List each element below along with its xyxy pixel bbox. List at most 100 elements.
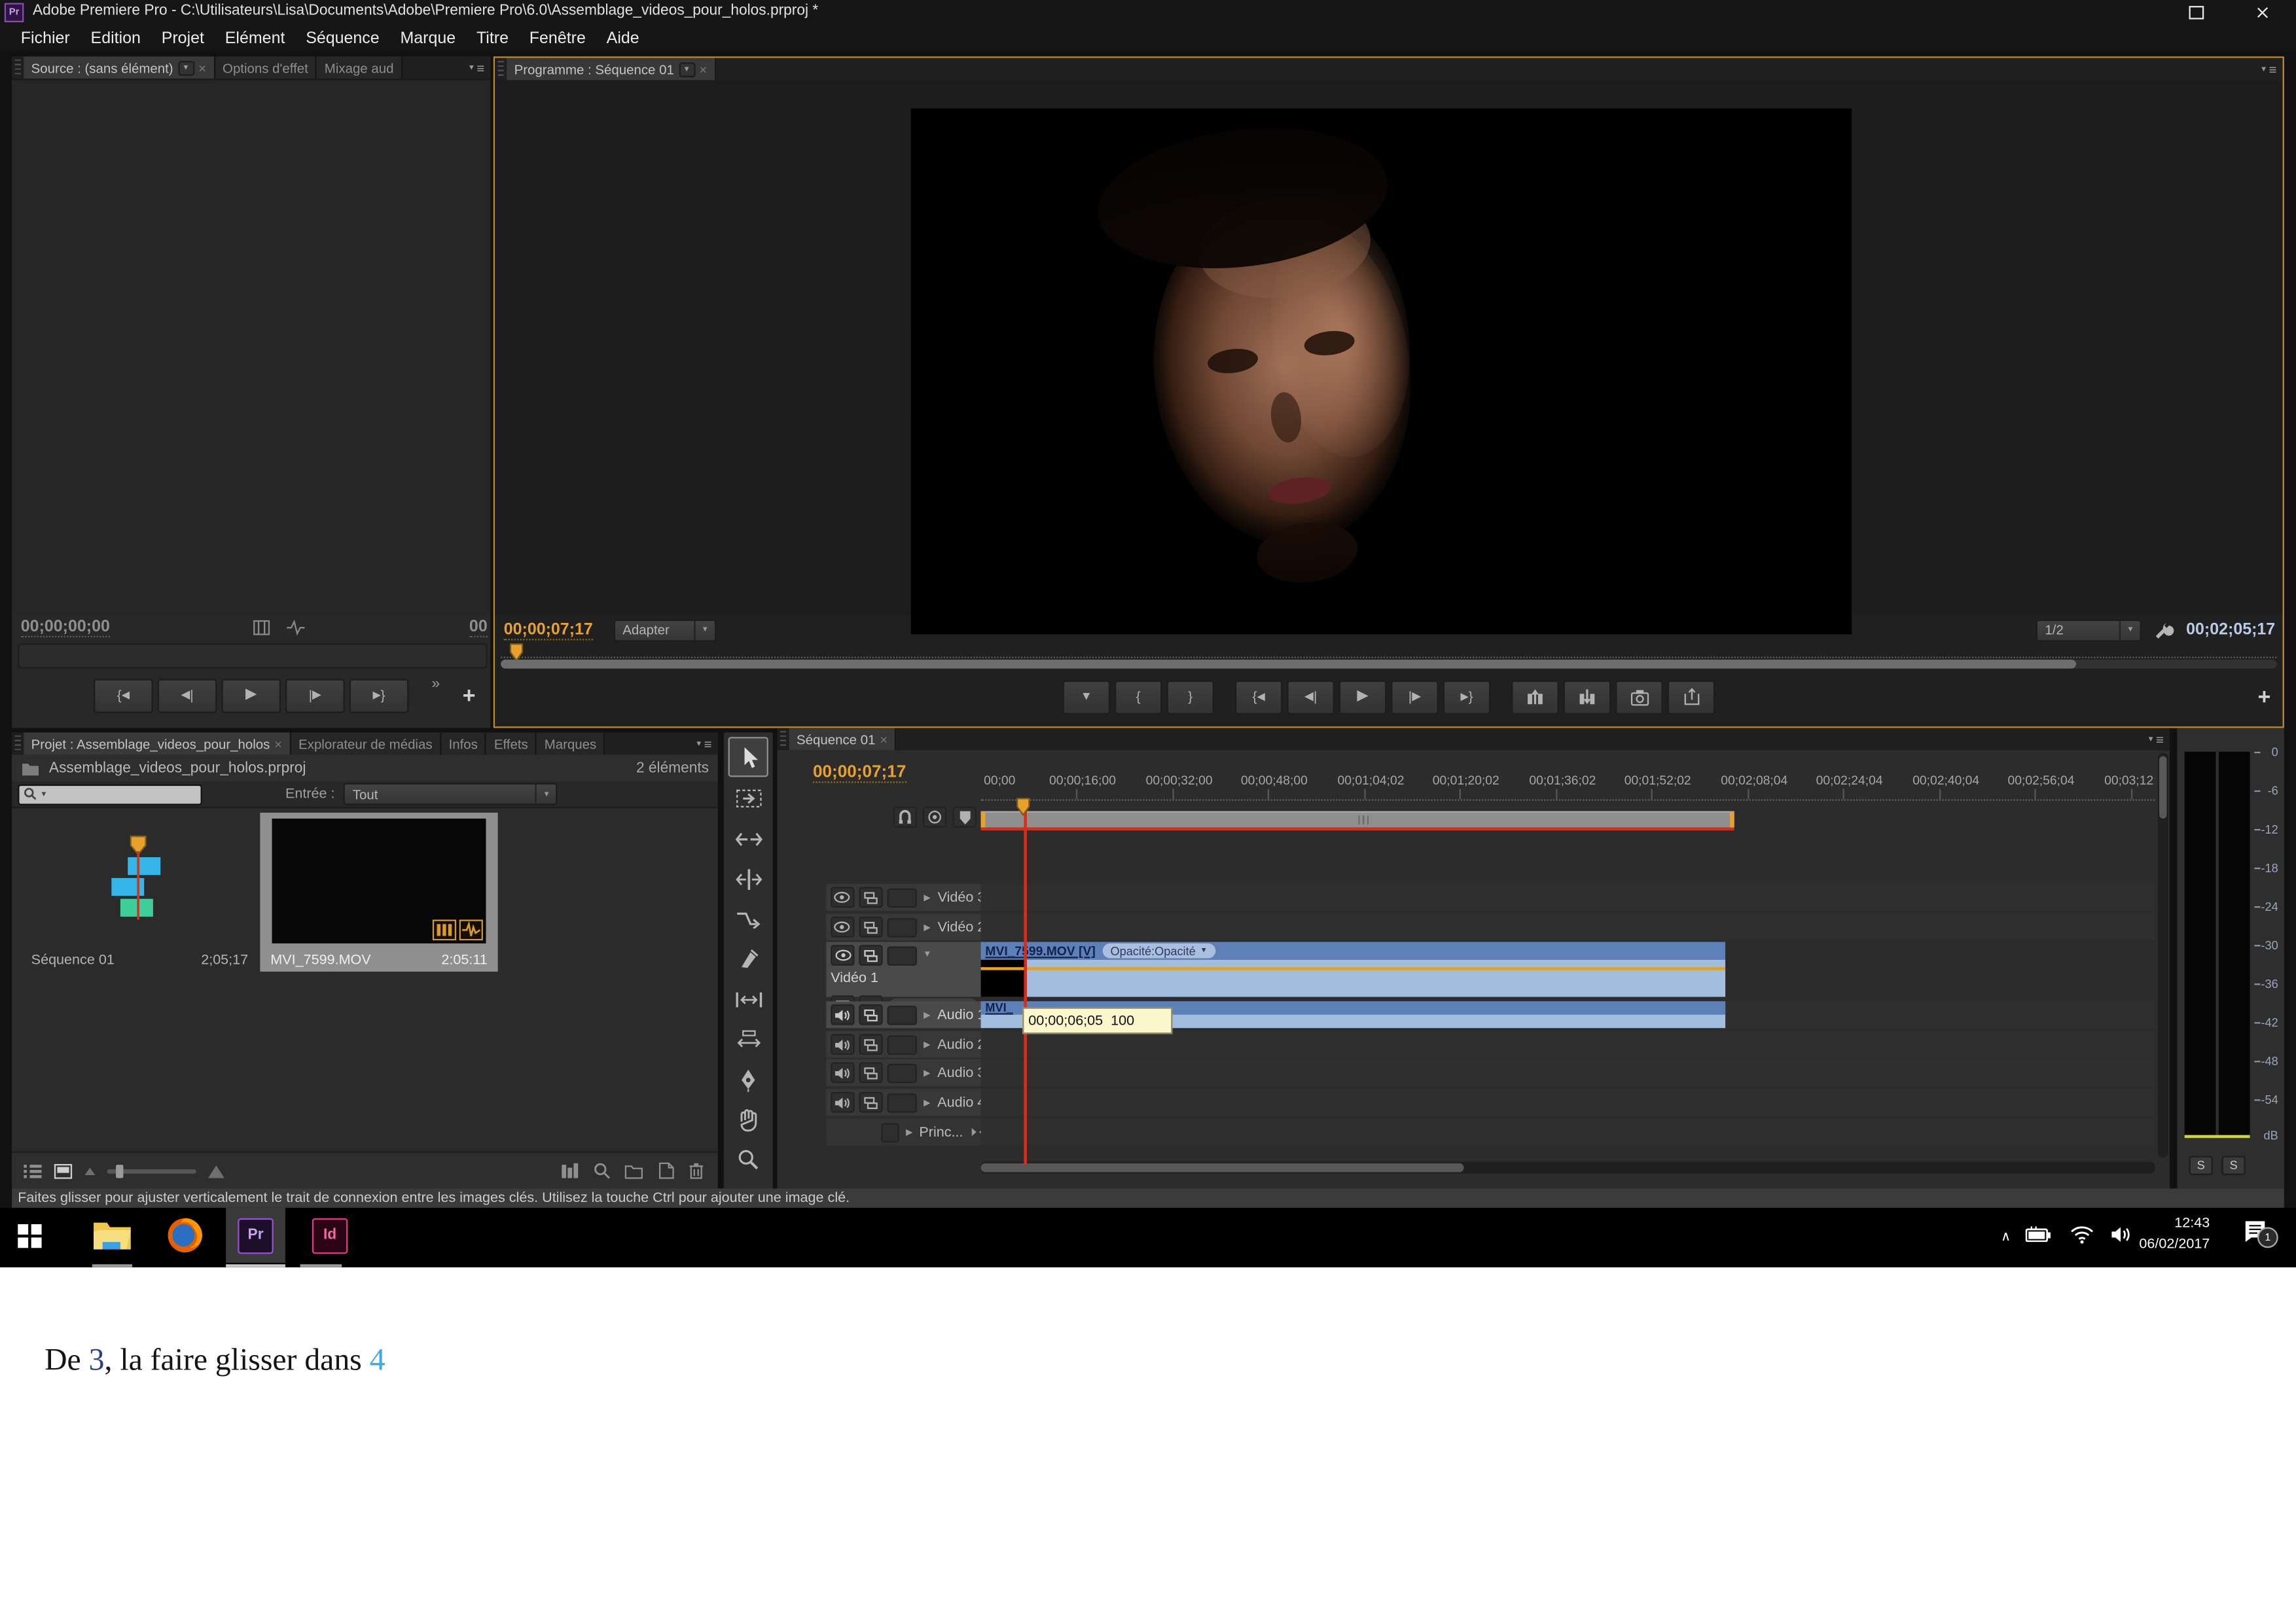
add-button-icon[interactable]: + bbox=[2257, 685, 2270, 711]
tab-effets[interactable]: Effets bbox=[486, 732, 537, 754]
timeline-hscrollbar-thumb[interactable] bbox=[981, 1163, 1464, 1173]
solo-right-button[interactable]: S bbox=[2221, 1156, 2245, 1175]
clip-effect-dropdown[interactable]: Opacité:Opacité ▼ bbox=[1103, 944, 1215, 959]
tab-projet[interactable]: Projet : Assemblage_videos_pour_holos × bbox=[24, 732, 291, 754]
export-button[interactable] bbox=[1668, 680, 1715, 714]
item-name[interactable]: Séquence 01 bbox=[31, 952, 115, 968]
track-content-video-2[interactable] bbox=[981, 913, 2155, 940]
collapse-arrow-icon[interactable]: ▶ bbox=[922, 922, 933, 932]
work-area-start-handle[interactable] bbox=[981, 813, 986, 828]
expand-arrow-icon[interactable]: ▼ bbox=[922, 951, 933, 960]
source-timecode[interactable]: 00;00;00;00 bbox=[21, 617, 110, 637]
new-bin-button[interactable] bbox=[624, 1163, 644, 1179]
razor-tool[interactable] bbox=[730, 940, 767, 978]
menu-fichier[interactable]: Fichier bbox=[10, 29, 81, 46]
sync-lock-icon[interactable] bbox=[859, 1062, 882, 1083]
sync-lock-icon[interactable] bbox=[859, 1034, 882, 1055]
work-area-grip[interactable] bbox=[1357, 816, 1371, 825]
thumbnail-zoom-slider[interactable] bbox=[107, 1169, 196, 1173]
timeline-clip-video[interactable]: MVI_7599.MOV [V] Opacité:Opacité ▼ bbox=[981, 942, 1726, 997]
notification-center-button[interactable]: 1 bbox=[2244, 1220, 2270, 1243]
lock-toggle[interactable] bbox=[880, 1122, 899, 1142]
settings-wrench-icon[interactable] bbox=[2153, 620, 2174, 641]
program-time-ruler[interactable] bbox=[501, 644, 2276, 658]
lock-toggle[interactable] bbox=[887, 888, 916, 908]
waveform-icon[interactable] bbox=[285, 619, 306, 635]
goto-in-button[interactable]: {◀ bbox=[1235, 680, 1283, 714]
track-content-audio-2[interactable] bbox=[981, 1031, 2155, 1058]
tab-options-effet[interactable]: Options d'effet bbox=[215, 56, 317, 79]
hand-tool[interactable] bbox=[730, 1101, 767, 1138]
step-back-button[interactable]: ◀| bbox=[158, 679, 217, 713]
tab-marques[interactable]: Marques bbox=[537, 732, 605, 754]
track-content-master[interactable] bbox=[981, 1119, 2155, 1146]
close-tab-icon[interactable]: × bbox=[274, 736, 282, 751]
timeline-timecode[interactable]: 00;00;07;17 bbox=[813, 764, 906, 783]
collapse-arrow-icon[interactable]: ▶ bbox=[921, 1097, 933, 1108]
delete-button[interactable] bbox=[688, 1162, 704, 1180]
menu-element[interactable]: Elément bbox=[215, 29, 295, 46]
add-button-icon[interactable]: + bbox=[463, 683, 476, 709]
panel-menu-button[interactable]: ▼≡ bbox=[2141, 728, 2170, 750]
automate-to-sequence-button[interactable] bbox=[560, 1162, 580, 1180]
menu-titre[interactable]: Titre bbox=[466, 29, 519, 46]
step-forward-button[interactable]: |▶ bbox=[1391, 680, 1439, 714]
panel-menu-button[interactable]: ▼≡ bbox=[2254, 58, 2283, 80]
goto-out-button[interactable]: ▶} bbox=[1443, 680, 1491, 714]
sync-lock-icon[interactable] bbox=[859, 945, 882, 966]
zoom-in-large-icon[interactable] bbox=[207, 1163, 226, 1179]
step-forward-button[interactable]: |▶ bbox=[285, 679, 345, 713]
close-tab-icon[interactable]: × bbox=[880, 732, 888, 747]
clip-video-body[interactable] bbox=[981, 960, 1726, 997]
panel-drag-handle[interactable] bbox=[780, 731, 786, 747]
sync-lock-icon[interactable] bbox=[859, 1004, 882, 1025]
snap-toggle-button[interactable] bbox=[893, 807, 917, 828]
collapse-arrow-icon[interactable]: ▶ bbox=[904, 1127, 914, 1137]
new-item-button[interactable] bbox=[657, 1162, 675, 1180]
menu-edition[interactable]: Edition bbox=[81, 29, 151, 46]
lock-toggle[interactable] bbox=[887, 1034, 916, 1054]
lock-toggle[interactable] bbox=[887, 1005, 916, 1025]
timeline-ruler[interactable]: 00;00 00;00;16;00 00;00;32;00 00;00;48;0… bbox=[981, 768, 2155, 801]
tab-mixage-audio[interactable]: Mixage aud bbox=[317, 56, 403, 79]
eye-icon[interactable] bbox=[831, 887, 854, 908]
rolling-edit-tool[interactable] bbox=[730, 860, 767, 898]
audio-badge-icon[interactable] bbox=[459, 919, 483, 940]
tab-source[interactable]: Source : (sans élément) ▼ × bbox=[24, 56, 215, 79]
collapse-arrow-icon[interactable]: ▶ bbox=[921, 1067, 933, 1078]
export-frame-button[interactable] bbox=[1615, 680, 1663, 714]
mark-out-button[interactable]: } bbox=[1166, 680, 1214, 714]
panel-menu-button[interactable]: ▼≡ bbox=[689, 732, 718, 754]
selection-tool[interactable] bbox=[728, 737, 768, 777]
menu-aide[interactable]: Aide bbox=[596, 29, 650, 46]
program-scrollbar-thumb[interactable] bbox=[501, 660, 2076, 669]
program-playhead-icon[interactable] bbox=[510, 643, 523, 661]
timeline-playhead-icon[interactable] bbox=[1016, 798, 1030, 815]
track-content-audio-4[interactable] bbox=[981, 1089, 2155, 1116]
set-marker-button[interactable] bbox=[952, 807, 976, 828]
eye-icon[interactable] bbox=[831, 917, 854, 938]
opacity-rubber-band[interactable] bbox=[981, 967, 1726, 969]
sync-lock-icon[interactable] bbox=[859, 887, 882, 908]
set-encore-marker-button[interactable] bbox=[923, 807, 946, 828]
find-button[interactable] bbox=[593, 1162, 611, 1180]
firefox-button[interactable] bbox=[166, 1217, 204, 1254]
project-item-clip-selected[interactable]: MVI_7599.MOV 2:05:11 bbox=[260, 813, 497, 972]
list-view-button[interactable] bbox=[22, 1163, 43, 1179]
icon-view-button[interactable] bbox=[54, 1163, 73, 1179]
ripple-edit-tool[interactable] bbox=[730, 820, 767, 857]
lift-button[interactable] bbox=[1511, 680, 1559, 714]
chevron-down-icon[interactable]: ▼ bbox=[679, 62, 695, 77]
lock-toggle[interactable] bbox=[887, 1063, 916, 1083]
item-name[interactable]: MVI_7599.MOV bbox=[270, 952, 370, 968]
entry-filter-dropdown[interactable]: Tout ▼ bbox=[344, 783, 558, 805]
timeline-hscrollbar[interactable] bbox=[981, 1162, 2155, 1174]
menu-marque[interactable]: Marque bbox=[390, 29, 466, 46]
program-scrollbar[interactable] bbox=[501, 660, 2276, 669]
tab-explorateur-medias[interactable]: Explorateur de médias bbox=[291, 732, 441, 754]
panel-drag-handle[interactable] bbox=[15, 735, 21, 752]
work-area-bar[interactable] bbox=[981, 811, 1734, 828]
tray-chevron-up-icon[interactable]: ∧ bbox=[2001, 1229, 2011, 1245]
speaker-icon[interactable] bbox=[831, 1004, 854, 1025]
collapse-arrow-icon[interactable]: ▶ bbox=[921, 1010, 933, 1020]
